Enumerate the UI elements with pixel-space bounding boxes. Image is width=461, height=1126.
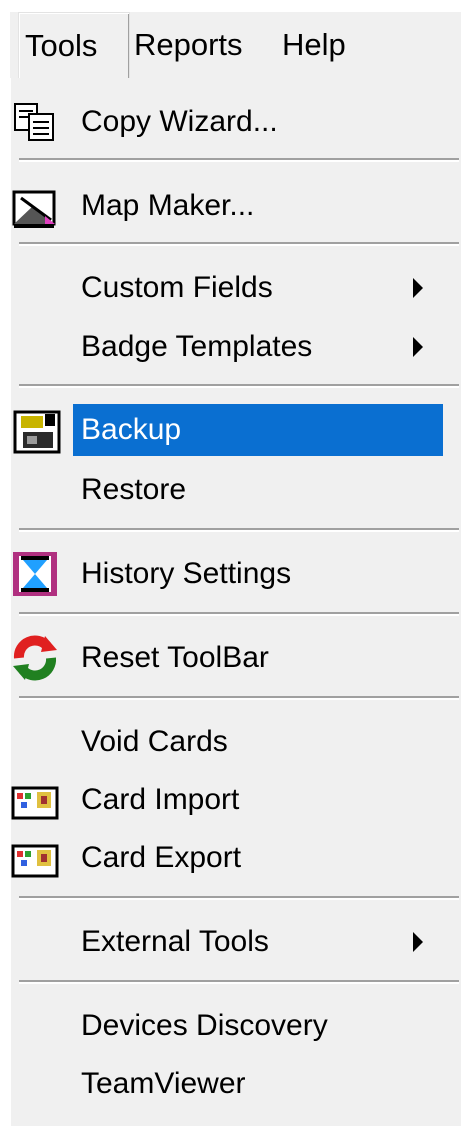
badge-templates-label: Badge Templates	[81, 330, 313, 363]
menu-separator	[19, 980, 459, 984]
tools-dropdown-menu: Copy Wizard... Map Maker... Custom Field…	[10, 78, 461, 1126]
menu-item-reset-toolbar[interactable]: Reset ToolBar	[73, 632, 269, 684]
menu-tools[interactable]: Tools	[18, 12, 130, 79]
menu-item-external-tools[interactable]: External Tools	[73, 916, 269, 968]
submenu-arrow-icon	[413, 932, 423, 952]
menu-separator	[19, 242, 459, 246]
menu-item-map-maker[interactable]: Map Maker...	[73, 180, 254, 232]
menu-item-copy-wizard[interactable]: Copy Wizard...	[73, 96, 278, 148]
submenu-arrow-icon	[413, 278, 423, 298]
menu-item-restore[interactable]: Restore	[73, 464, 186, 516]
reset-toolbar-icon	[11, 634, 59, 682]
menu-item-teamviewer[interactable]: TeamViewer	[73, 1058, 246, 1110]
reset-toolbar-label: Reset ToolBar	[81, 641, 269, 674]
menu-help[interactable]: Help	[282, 12, 346, 78]
menu-separator	[19, 696, 459, 700]
menu-separator	[19, 158, 459, 162]
menu-help-label: Help	[282, 27, 346, 62]
copy-wizard-label: Copy Wizard...	[81, 105, 278, 138]
map-maker-label: Map Maker...	[81, 189, 255, 222]
menu-item-card-export[interactable]: Card Export	[73, 832, 241, 884]
teamviewer-label: TeamViewer	[81, 1067, 246, 1100]
restore-label: Restore	[81, 473, 187, 506]
menu-separator	[19, 528, 459, 532]
custom-fields-label: Custom Fields	[81, 271, 273, 304]
menu-item-backup[interactable]: Backup	[73, 404, 443, 456]
menu-reports[interactable]: Reports	[134, 12, 243, 78]
card-import-label: Card Import	[81, 783, 240, 816]
menu-item-badge-templates[interactable]: Badge Templates	[73, 321, 312, 373]
submenu-arrow-icon	[413, 337, 423, 357]
backup-icon	[13, 408, 61, 456]
menu-separator	[19, 612, 459, 616]
devices-discovery-label: Devices Discovery	[81, 1009, 328, 1042]
menu-item-history-settings[interactable]: History Settings	[73, 548, 291, 600]
history-settings-label: History Settings	[81, 557, 292, 590]
menu-tools-label: Tools	[25, 28, 98, 63]
history-settings-icon	[11, 550, 59, 598]
copy-wizard-icon	[11, 98, 59, 146]
menu-separator	[19, 896, 459, 900]
menu-separator	[19, 384, 459, 388]
void-cards-label: Void Cards	[81, 725, 228, 758]
menu-item-devices-discovery[interactable]: Devices Discovery	[73, 1000, 328, 1052]
menu-reports-label: Reports	[134, 27, 243, 62]
map-maker-icon	[11, 184, 59, 232]
card-import-icon	[11, 780, 59, 828]
menu-item-void-cards[interactable]: Void Cards	[73, 716, 228, 768]
menu-item-card-import[interactable]: Card Import	[73, 774, 239, 826]
menu-item-custom-fields[interactable]: Custom Fields	[73, 262, 273, 314]
card-export-icon	[11, 838, 59, 886]
backup-label: Backup	[81, 413, 182, 446]
card-export-label: Card Export	[81, 841, 242, 874]
external-tools-label: External Tools	[81, 925, 269, 958]
menu-bar: Tools Reports Help	[10, 12, 461, 79]
